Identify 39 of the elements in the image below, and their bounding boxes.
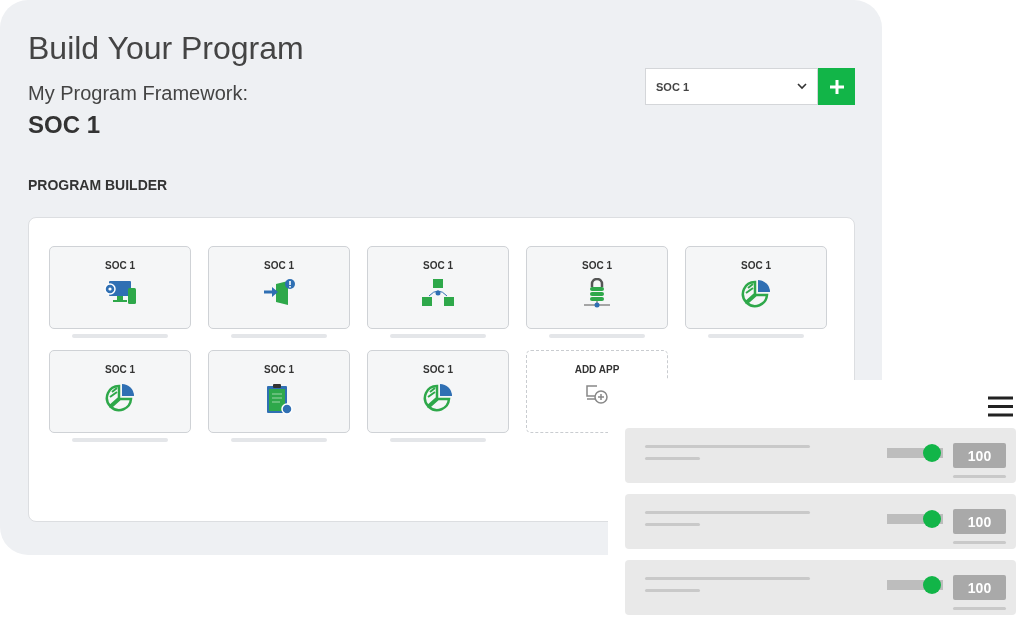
monitor-gear-icon — [102, 278, 138, 306]
menu-icon[interactable] — [988, 396, 1013, 417]
app-tile[interactable]: SOC 1 — [208, 350, 350, 433]
app-tile[interactable]: SOC 1 — [367, 246, 509, 329]
pie-chart-icon — [422, 382, 454, 414]
app-tile[interactable]: SOC 1 — [367, 350, 509, 433]
door-arrow-icon — [262, 278, 296, 306]
tile-label: SOC 1 — [105, 260, 135, 271]
plus-icon — [829, 79, 844, 94]
tile-label: SOC 1 — [423, 260, 453, 271]
dropdown-value: SOC 1 — [656, 80, 689, 93]
app-tile[interactable]: SOC 1 — [208, 246, 350, 329]
section-label: PROGRAM BUILDER — [28, 177, 169, 193]
framework-label: My Program Framework: — [28, 82, 250, 105]
folder-network-icon — [421, 278, 455, 308]
page-title: Build Your Program — [28, 29, 304, 68]
clipboard-icon — [264, 382, 294, 416]
add-app-icon — [585, 382, 609, 404]
slider-thumb[interactable] — [923, 510, 941, 528]
pie-chart-icon — [740, 278, 772, 310]
tile-label: ADD APP — [574, 364, 620, 375]
app-tile[interactable]: SOC 1 — [526, 246, 668, 329]
framework-dropdown[interactable]: SOC 1 — [645, 68, 818, 105]
tile-label: SOC 1 — [582, 260, 612, 271]
slider-thumb[interactable] — [923, 444, 941, 462]
framework-value: SOC 1 — [28, 111, 102, 139]
tile-label: SOC 1 — [105, 364, 135, 375]
app-tile[interactable]: SOC 1 — [685, 246, 827, 329]
slider-thumb[interactable] — [923, 576, 941, 594]
app-tile[interactable]: SOC 1 — [49, 350, 191, 433]
tile-label: SOC 1 — [264, 364, 294, 375]
lock-server-icon — [582, 278, 612, 310]
pie-chart-icon — [104, 382, 136, 414]
app-tile[interactable]: SOC 1 — [49, 246, 191, 329]
tile-label: SOC 1 — [741, 260, 771, 271]
add-button[interactable] — [818, 68, 855, 105]
tile-label: SOC 1 — [423, 364, 453, 375]
chevron-down-icon — [797, 83, 807, 90]
tile-label: SOC 1 — [264, 260, 294, 271]
